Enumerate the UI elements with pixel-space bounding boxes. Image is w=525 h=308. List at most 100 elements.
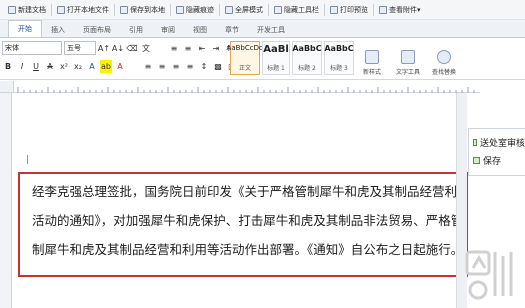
tab-review[interactable]: 审阅 xyxy=(152,22,184,37)
hide-traces-label: 隐藏痕迹 xyxy=(186,5,214,14)
tab-page-layout[interactable]: 页面布局 xyxy=(74,22,120,37)
side-action-panel: 送处室审核 保存 xyxy=(468,128,525,176)
font-row: 宋体 五号 A↑ A↓ ⌫ 文 ≡ ≡ ⇤ ⇥ ⇅ ¶ xyxy=(2,41,250,55)
separator xyxy=(324,3,325,16)
separator xyxy=(373,3,374,16)
new-style-label: 新样式 xyxy=(362,69,381,76)
print-preview-button[interactable]: 打印预览 xyxy=(326,2,372,18)
style-name: 正文 xyxy=(238,65,251,72)
style-sample: AaBbC xyxy=(324,44,354,53)
eye-icon xyxy=(176,5,184,14)
font-size-select[interactable]: 五号 xyxy=(64,41,96,55)
font-name-select[interactable]: 宋体 xyxy=(2,41,62,55)
line-spacing-icon[interactable]: ↕ xyxy=(198,60,210,73)
new-style-button[interactable]: 新样式 xyxy=(356,42,388,76)
vertical-ruler[interactable] xyxy=(0,93,12,308)
shading-icon[interactable]: ▩ xyxy=(212,60,224,73)
magnifier-icon xyxy=(437,50,451,64)
phonetic-icon[interactable]: 文 xyxy=(140,42,152,55)
print-preview-label: 打印预览 xyxy=(340,5,368,14)
subscript-icon[interactable]: x₂ xyxy=(72,60,84,73)
separator xyxy=(219,3,220,16)
tab-sections[interactable]: 章节 xyxy=(216,22,248,37)
save-icon xyxy=(473,156,480,164)
separator xyxy=(170,3,171,16)
separator xyxy=(114,3,115,16)
highlight-frame xyxy=(18,172,468,277)
style-normal[interactable]: AaBbCcDd 正文 xyxy=(227,41,263,75)
quick-access-toolbar: 新建文档 打开本地文件 保存到本地 隐藏痕迹 全屏模式 隐藏工具栏 打印预览 查… xyxy=(0,0,525,20)
view-attachments-button[interactable]: 查看附件 ▾ xyxy=(375,2,425,18)
style-name: 标题 1 xyxy=(267,65,285,72)
clear-format-icon[interactable]: ⌫ xyxy=(126,42,138,55)
font-color-icon[interactable]: A xyxy=(114,60,126,73)
save-label: 保存 xyxy=(483,156,502,167)
strikethrough-icon[interactable]: A xyxy=(44,60,56,73)
style-heading-2[interactable]: AaBbC 标题 2 xyxy=(292,41,322,75)
toolbar-icon xyxy=(274,5,282,14)
new-document-icon xyxy=(8,5,16,14)
fullscreen-icon xyxy=(225,5,233,14)
superscript-icon[interactable]: x² xyxy=(58,60,70,73)
highlight-icon[interactable]: ab xyxy=(100,60,112,73)
ruler-corner xyxy=(0,81,14,93)
print-icon xyxy=(330,5,338,14)
style-heading-3[interactable]: AaBbC 标题 3 xyxy=(324,41,354,75)
view-attachments-label: 查看附件 xyxy=(389,5,417,14)
underline-icon[interactable]: U xyxy=(30,60,42,73)
open-local-file-button[interactable]: 打开本地文件 xyxy=(53,2,113,18)
grow-font-icon[interactable]: A↑ xyxy=(98,42,110,55)
open-local-file-label: 打开本地文件 xyxy=(67,5,109,14)
text-tool-button[interactable]: 文字工具 xyxy=(392,42,424,76)
tab-developer[interactable]: 开发工具 xyxy=(248,22,294,37)
shrink-font-icon[interactable]: A↓ xyxy=(112,42,124,55)
format-row: B I U A x² x₂ A ab A ≡ ≡ ≡ ≡ ↕ ▩ □ xyxy=(2,60,238,73)
watermark-logo xyxy=(465,250,513,300)
align-left-icon[interactable]: ≡ xyxy=(142,60,154,73)
numbering-icon[interactable]: ≡ xyxy=(182,42,194,55)
ribbon-tabs: 开始 插入 页面布局 引用 审阅 视图 章节 开发工具 xyxy=(0,20,525,38)
font-name-value: 宋体 xyxy=(5,44,19,52)
ruler-ticks xyxy=(17,87,475,93)
folder-icon xyxy=(57,5,65,14)
style-name: 标题 2 xyxy=(298,65,316,72)
text-effect-icon[interactable]: A xyxy=(86,60,98,73)
fullscreen-button[interactable]: 全屏模式 xyxy=(221,2,267,18)
attachment-icon xyxy=(379,5,387,14)
tab-view[interactable]: 视图 xyxy=(184,22,216,37)
new-document-label: 新建文档 xyxy=(18,5,46,14)
style-heading-1[interactable]: AaBl 标题 1 xyxy=(262,41,290,75)
outdent-icon[interactable]: ⇤ xyxy=(196,42,208,55)
style-name: 标题 3 xyxy=(330,65,348,72)
tab-references[interactable]: 引用 xyxy=(120,22,152,37)
horizontal-ruler[interactable] xyxy=(14,81,480,93)
save-button[interactable]: 保存 xyxy=(469,151,525,169)
save-local-button[interactable]: 保存到本地 xyxy=(116,2,169,18)
text-cursor xyxy=(27,155,28,164)
text-tool-label: 文字工具 xyxy=(395,69,420,76)
send-icon xyxy=(473,138,477,146)
chevron-down-icon: ▾ xyxy=(417,5,421,14)
tab-insert[interactable]: 插入 xyxy=(42,22,74,37)
find-replace-button[interactable]: 查找替换 xyxy=(428,42,460,76)
separator xyxy=(51,3,52,16)
align-right-icon[interactable]: ≡ xyxy=(170,60,182,73)
align-center-icon[interactable]: ≡ xyxy=(156,60,168,73)
hide-traces-button[interactable]: 隐藏痕迹 xyxy=(172,2,218,18)
bullets-icon[interactable]: ≡ xyxy=(168,42,180,55)
bold-icon[interactable]: B xyxy=(2,60,14,73)
hide-toolbar-button[interactable]: 隐藏工具栏 xyxy=(270,2,323,18)
ribbon-home: 宋体 五号 A↑ A↓ ⌫ 文 ≡ ≡ ⇤ ⇥ ⇅ ¶ B I U A x² x… xyxy=(0,38,525,80)
send-for-review-button[interactable]: 送处室审核 xyxy=(469,133,525,151)
separator xyxy=(268,3,269,16)
save-icon xyxy=(120,5,128,14)
indent-icon[interactable]: ⇥ xyxy=(210,42,222,55)
fullscreen-label: 全屏模式 xyxy=(235,5,263,14)
italic-icon[interactable]: I xyxy=(16,60,28,73)
tab-home[interactable]: 开始 xyxy=(8,20,42,37)
text-tool-icon xyxy=(401,50,415,64)
new-style-icon xyxy=(365,50,379,64)
justify-icon[interactable]: ≡ xyxy=(184,60,196,73)
new-document-button[interactable]: 新建文档 xyxy=(4,2,50,18)
styles-gallery: AaBbCcDd 正文 AaBl 标题 1 AaBbC 标题 2 AaBbC 标题 3 xyxy=(227,41,354,77)
